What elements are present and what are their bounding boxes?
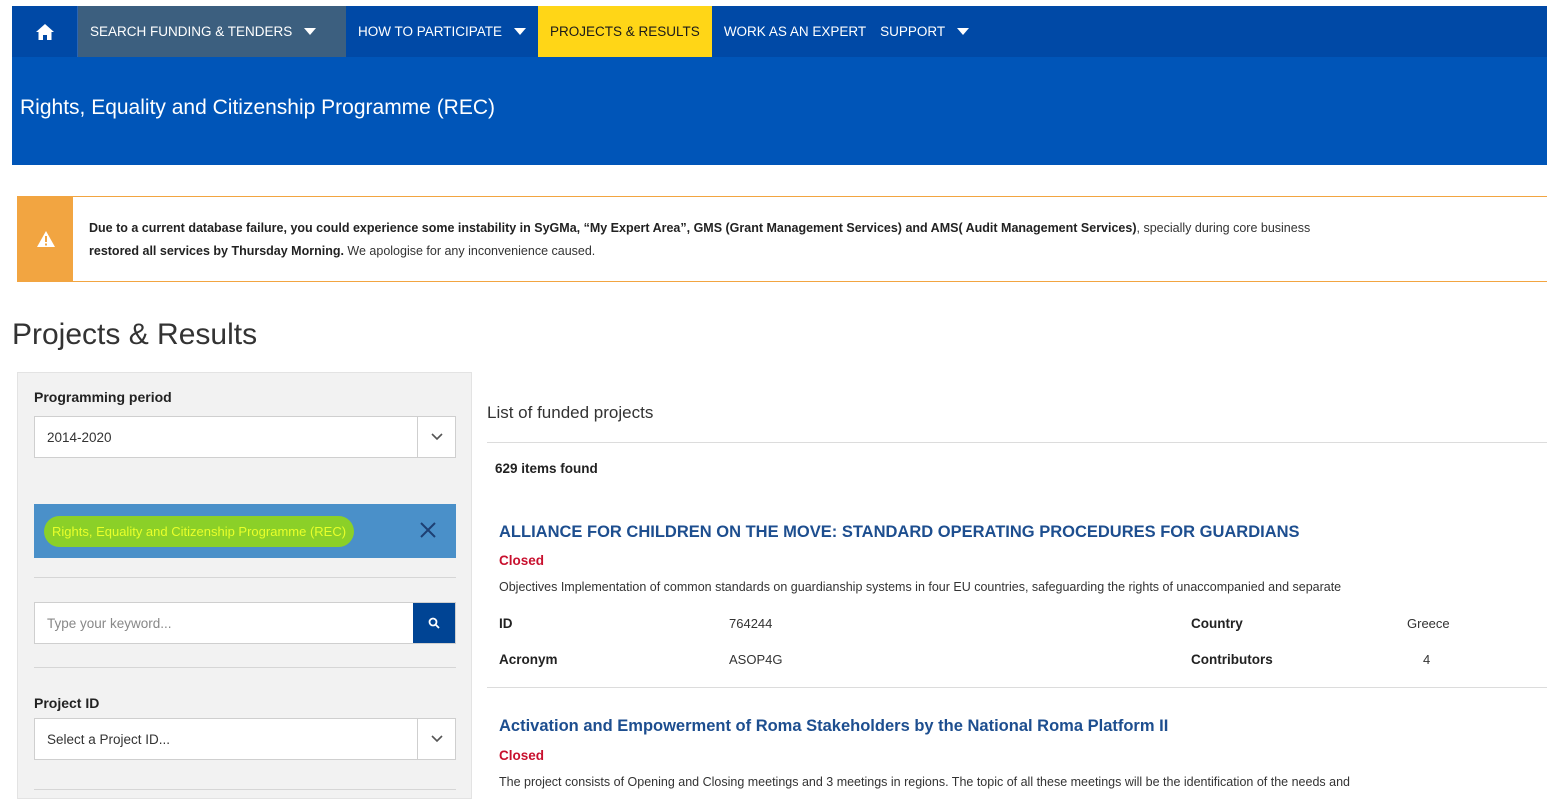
programming-period-value: 2014-2020 xyxy=(47,429,112,445)
sidebar-divider xyxy=(34,667,456,668)
project-card: Activation and Empowerment of Roma Stake… xyxy=(487,689,1547,799)
programming-period-label: Programming period xyxy=(34,389,172,405)
project-card: ALLIANCE FOR CHILDREN ON THE MOVE: STAND… xyxy=(487,492,1547,688)
warning-alert: Due to a current database failure, you c… xyxy=(17,196,1547,282)
home-icon xyxy=(35,23,54,40)
list-title: List of funded projects xyxy=(487,403,654,422)
caret-down-icon xyxy=(304,28,317,35)
close-icon[interactable] xyxy=(414,516,442,544)
alert-line-1-bold: Due to a current database failure, you c… xyxy=(89,221,1137,235)
caret-down-icon xyxy=(957,28,970,35)
contributors-value: 4 xyxy=(1423,652,1431,667)
project-description: The project consists of Opening and Clos… xyxy=(499,775,1350,789)
sidebar-divider xyxy=(34,577,456,578)
nav-support[interactable]: SUPPORT xyxy=(878,6,981,57)
programming-period-select[interactable]: 2014-2020 xyxy=(34,416,456,458)
keyword-search-input[interactable] xyxy=(35,603,413,643)
projects-list: List of funded projects 629 items found … xyxy=(487,372,1547,799)
home-button[interactable] xyxy=(12,6,78,57)
project-id-placeholder: Select a Project ID... xyxy=(47,731,171,747)
nav-work-as-expert[interactable]: WORK AS AN EXPERT xyxy=(712,6,878,57)
alert-line-2-rest: We apologise for any inconvenience cause… xyxy=(343,244,596,258)
page-title: Projects & Results xyxy=(12,318,258,351)
nav-support-label: SUPPORT xyxy=(880,24,946,39)
warning-icon xyxy=(36,231,55,247)
search-button[interactable] xyxy=(413,603,455,643)
chevron-down-icon[interactable] xyxy=(417,417,455,457)
nav-work-as-expert-label: WORK AS AN EXPERT xyxy=(723,24,867,39)
nav-projects-results-label: PROJECTS & RESULTS xyxy=(550,24,700,39)
project-status: Closed xyxy=(499,748,545,763)
alert-line-2: restored all services by Thursday Mornin… xyxy=(89,240,1310,263)
project-title-link[interactable]: Activation and Empowerment of Roma Stake… xyxy=(499,717,1168,736)
list-divider xyxy=(487,442,1547,443)
nav-search-funding-label: SEARCH FUNDING & TENDERS xyxy=(90,24,293,39)
results-count: 629 items found xyxy=(495,461,598,476)
alert-line-1-rest: , specially during core business xyxy=(1136,221,1311,235)
id-label: ID xyxy=(499,616,513,631)
project-status: Closed xyxy=(499,553,545,568)
nav-search-funding[interactable]: SEARCH FUNDING & TENDERS xyxy=(78,6,346,57)
programme-filter-tag: Rights, Equality and Citizenship Program… xyxy=(34,504,456,558)
chevron-down-icon[interactable] xyxy=(417,719,455,759)
search-icon xyxy=(428,617,440,629)
nav-how-to-participate[interactable]: HOW TO PARTICIPATE xyxy=(346,6,538,57)
programme-filter-tag-label: Rights, Equality and Citizenship Program… xyxy=(48,519,351,543)
project-id-select[interactable]: Select a Project ID... xyxy=(34,718,456,760)
country-label: Country xyxy=(1191,616,1243,631)
caret-down-icon xyxy=(514,28,527,35)
keyword-search xyxy=(34,602,456,644)
contributors-label: Contributors xyxy=(1191,652,1273,667)
top-navigation: SEARCH FUNDING & TENDERS HOW TO PARTICIP… xyxy=(12,6,1547,57)
alert-line-1: Due to a current database failure, you c… xyxy=(89,217,1310,240)
alert-message: Due to a current database failure, you c… xyxy=(73,197,1310,281)
acronym-label: Acronym xyxy=(499,652,558,667)
id-value: 764244 xyxy=(729,616,773,631)
nav-projects-results[interactable]: PROJECTS & RESULTS xyxy=(538,6,712,57)
programme-banner: Rights, Equality and Citizenship Program… xyxy=(12,57,1547,165)
alert-icon-box xyxy=(18,197,73,281)
nav-how-to-participate-label: HOW TO PARTICIPATE xyxy=(358,24,503,39)
project-description: Objectives Implementation of common stan… xyxy=(499,580,1342,594)
alert-line-2-bold: restored all services by Thursday Mornin… xyxy=(89,244,344,258)
project-title-link[interactable]: ALLIANCE FOR CHILDREN ON THE MOVE: STAND… xyxy=(499,523,1300,542)
country-value: Greece xyxy=(1407,616,1450,631)
banner-title: Rights, Equality and Citizenship Program… xyxy=(20,96,496,119)
acronym-value: ASOP4G xyxy=(729,652,783,667)
filter-sidebar: Programming period 2014-2020 Rights, Equ… xyxy=(17,372,472,799)
project-id-label: Project ID xyxy=(34,695,100,711)
sidebar-divider xyxy=(34,789,456,790)
